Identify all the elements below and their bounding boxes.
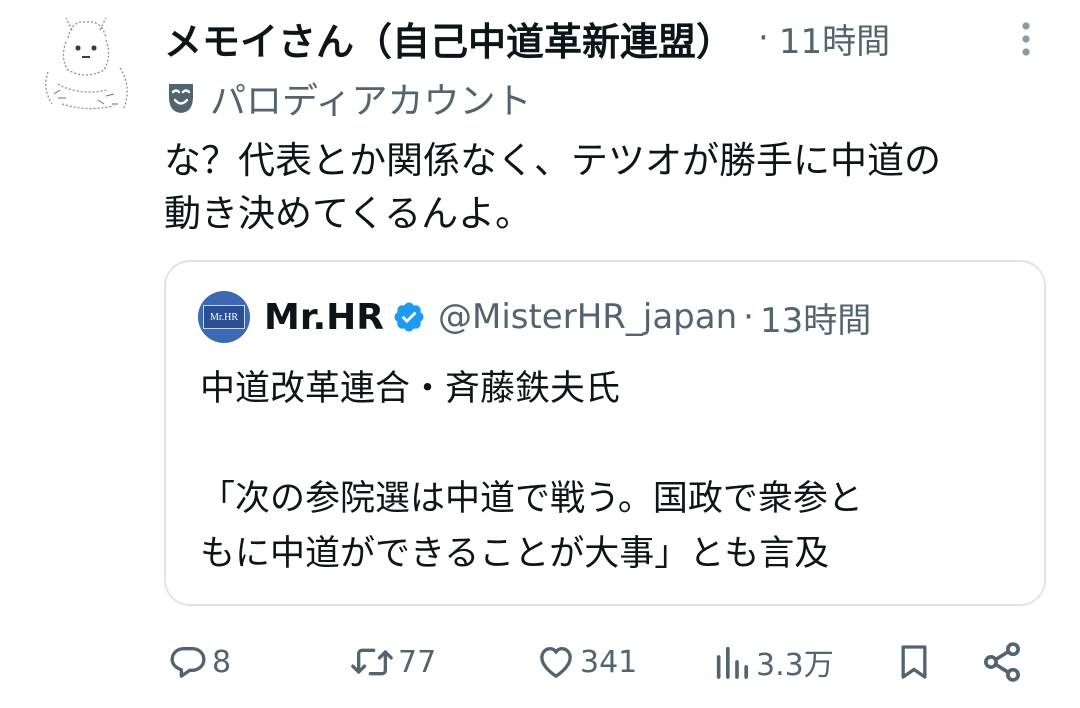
quoted-text-line: [200, 417, 1030, 472]
user-avatar[interactable]: [28, 8, 144, 124]
reply-button[interactable]: 8: [168, 630, 231, 694]
quoted-text-line: もに中道ができることが大事」とも言及: [200, 534, 830, 574]
quoted-tweet-header: Mr.HR Mr.HR @MisterHR_japan · 13時間: [198, 288, 871, 346]
share-icon: [984, 642, 1020, 682]
display-name[interactable]: メモイさん（自己中道革新連盟）: [164, 11, 734, 66]
quoted-avatar-logo: Mr.HR: [203, 305, 245, 329]
heart-icon: [540, 647, 572, 678]
tweet-action-bar: 8 77 341 3.3万: [0, 630, 1080, 694]
views-button[interactable]: 3.3万: [712, 630, 834, 694]
like-button[interactable]: 341: [536, 630, 637, 694]
tweet-timestamp[interactable]: 11時間: [779, 14, 890, 63]
quoted-user-avatar[interactable]: Mr.HR: [198, 291, 250, 343]
views-count: 3.3万: [756, 648, 834, 683]
parody-label-text: パロディアカウント: [210, 81, 532, 122]
more-vertical-icon: [1022, 22, 1030, 56]
reply-icon: [170, 647, 206, 678]
quoted-handle[interactable]: @MisterHR_japan: [438, 297, 737, 337]
tweet-text-line: 動き決めてくるんよ。: [164, 192, 533, 235]
quoted-tweet-text: 中道改革連合・斉藤鉄夫氏 「次の参院選は中道で戦う。国政で衆参と もに中道ができ…: [200, 362, 1030, 582]
tweet-text: な？代表とか関係なく、テツオが勝手に中道の 動き決めてくるんよ。: [164, 134, 1054, 240]
tweet-text-line: な？代表とか関係なく、テツオが勝手に中道の: [164, 139, 941, 182]
verified-badge-icon: [394, 302, 424, 332]
ascii-art-cat-avatar-icon: [45, 17, 128, 110]
bookmark-button[interactable]: [894, 630, 934, 694]
like-count: 341: [580, 644, 638, 680]
quoted-text-line: 「次の参院選は中道で戦う。国政で衆参と: [200, 479, 863, 519]
bookmark-icon: [901, 645, 927, 679]
quoted-meta-separator: ·: [743, 297, 754, 337]
quoted-text-line: 中道改革連合・斉藤鉄夫氏: [200, 369, 621, 409]
tweet-header: メモイさん（自己中道革新連盟） · 11時間: [164, 10, 890, 66]
reply-count: 8: [212, 644, 232, 680]
share-button[interactable]: [980, 630, 1024, 694]
analytics-bars-icon: [716, 646, 748, 679]
meta-separator: ·: [758, 18, 769, 58]
retweet-count: 77: [398, 644, 437, 680]
more-options-button[interactable]: [1006, 14, 1046, 62]
theater-mask-icon: [169, 84, 193, 113]
quoted-tweet-card[interactable]: Mr.HR Mr.HR @MisterHR_japan · 13時間 中道改革連…: [164, 260, 1046, 606]
quoted-display-name[interactable]: Mr.HR: [264, 297, 384, 338]
quoted-timestamp[interactable]: 13時間: [760, 293, 871, 342]
parody-account-label: パロディアカウント: [166, 74, 531, 122]
retweet-icon: [351, 648, 393, 676]
retweet-button[interactable]: 77: [350, 630, 436, 694]
